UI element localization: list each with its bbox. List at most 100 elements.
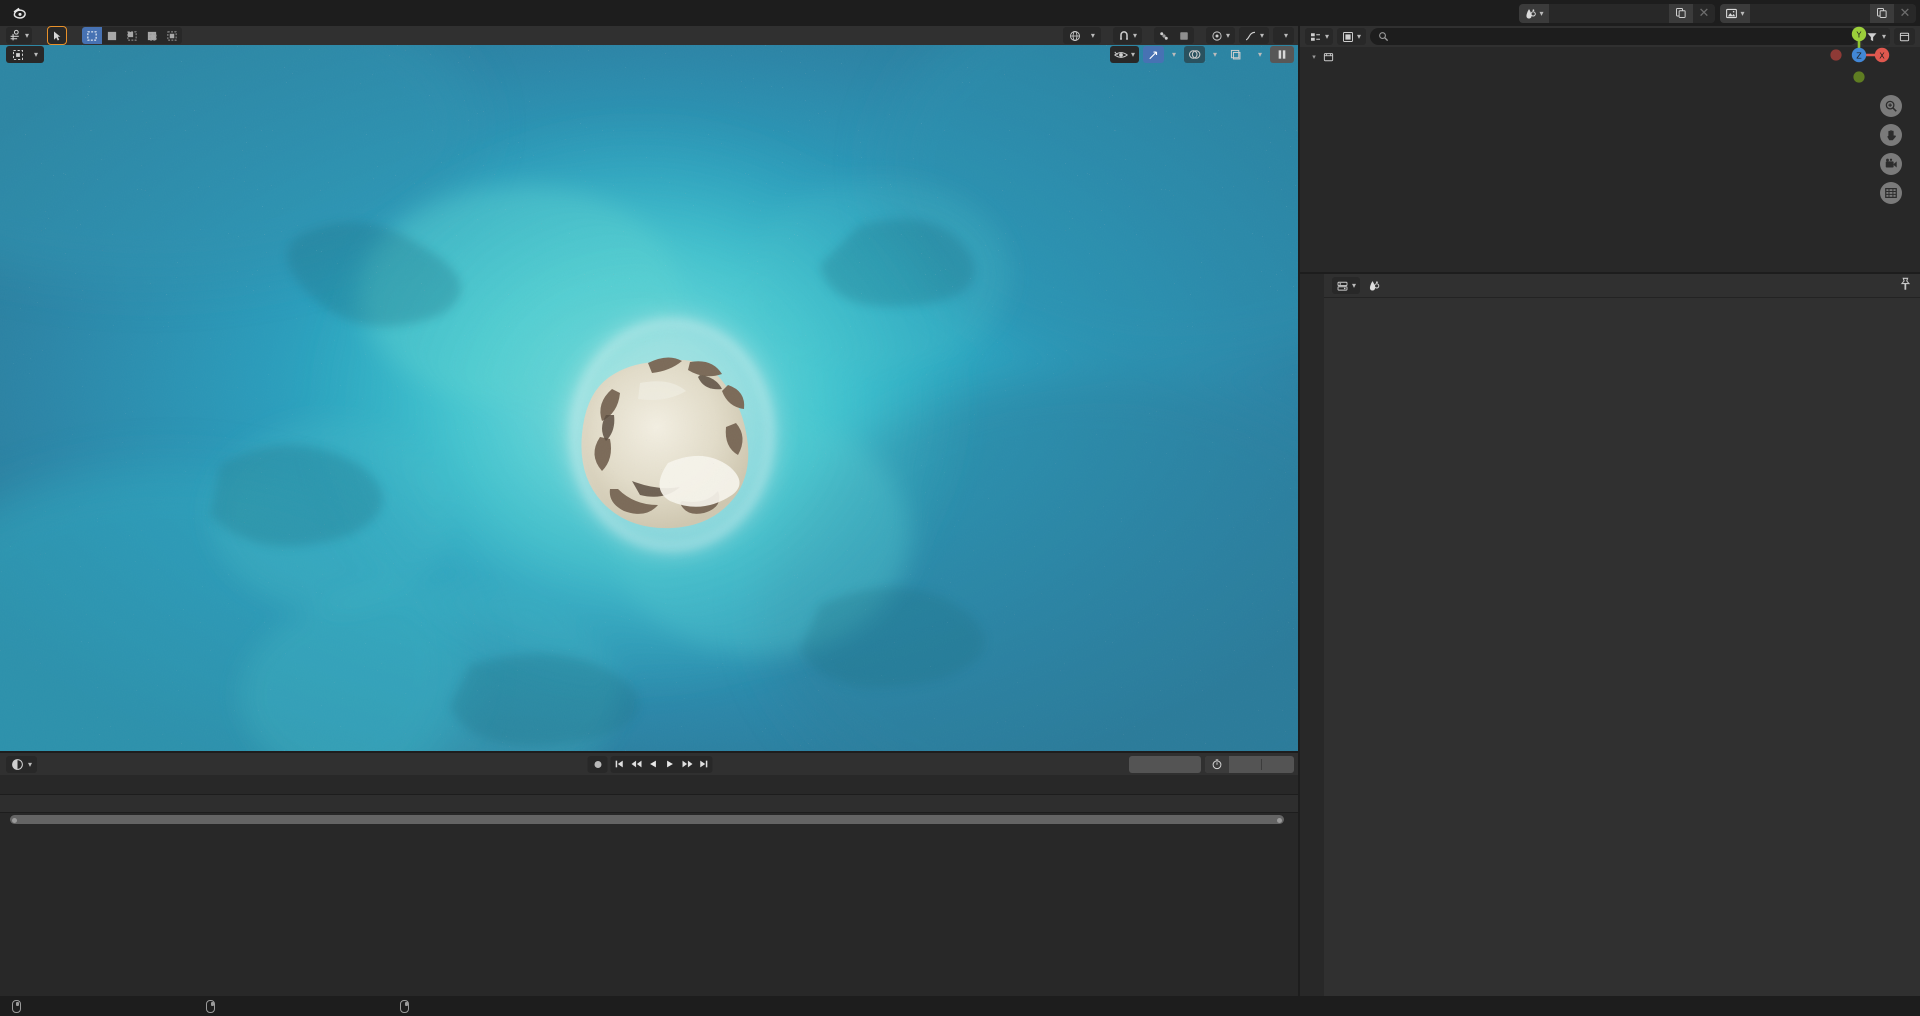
pan-icon[interactable] bbox=[1880, 124, 1902, 146]
blender-logo-icon[interactable] bbox=[6, 0, 32, 26]
3d-viewport[interactable] bbox=[0, 45, 1300, 753]
gizmo-toggle[interactable] bbox=[1142, 46, 1164, 63]
camera-view-icon[interactable] bbox=[1880, 153, 1902, 175]
zoom-icon[interactable] bbox=[1880, 95, 1902, 117]
properties-header: ▾ bbox=[1324, 274, 1920, 298]
timeline-header: ▾ bbox=[0, 753, 1300, 775]
properties-body: ▾ bbox=[1324, 274, 1920, 996]
mouse-hint-middle bbox=[21, 999, 215, 1013]
proportional-editing-toggle[interactable]: ▾ bbox=[1205, 27, 1235, 44]
view-layer-icon[interactable]: ▾ bbox=[1720, 3, 1750, 23]
record-icon[interactable] bbox=[587, 755, 608, 773]
proportional-icon bbox=[1212, 30, 1222, 41]
timeline-key-band[interactable] bbox=[0, 795, 1300, 813]
current-frame-field[interactable] bbox=[1129, 755, 1201, 773]
play-reverse-icon[interactable] bbox=[645, 756, 662, 773]
jump-start-icon[interactable] bbox=[611, 756, 628, 773]
outliner-search-input[interactable] bbox=[1370, 28, 1858, 45]
svg-text:Y: Y bbox=[1856, 31, 1862, 40]
prev-keyframe-icon[interactable] bbox=[628, 756, 645, 773]
area-splitter-timeline[interactable] bbox=[0, 751, 1300, 753]
new-collection-icon bbox=[1899, 32, 1910, 41]
top-bar: ▾ ✕ ▾ ✕ bbox=[0, 0, 1920, 26]
viewport-header: ▾ ▾ ▾ ▾ ▾ bbox=[0, 45, 1300, 64]
tool-header-right: ▾ bbox=[1272, 27, 1300, 44]
snap-toggle[interactable]: ▾ bbox=[1112, 27, 1142, 44]
interaction-mode-selector[interactable]: ▾ bbox=[6, 46, 45, 63]
pause-render-button[interactable] bbox=[1270, 46, 1294, 63]
duplicate-icon[interactable] bbox=[1669, 3, 1693, 23]
pin-icon[interactable] bbox=[1898, 277, 1912, 295]
object-visibility-toggle[interactable]: ▾ bbox=[1109, 46, 1139, 63]
timeline-ruler[interactable]: ❯ bbox=[0, 775, 1300, 809]
ortho-persp-icon[interactable] bbox=[1880, 182, 1902, 204]
timeline-scrollbar-thumb[interactable] bbox=[10, 815, 1284, 824]
editor-type-icon[interactable]: ▾ bbox=[6, 27, 33, 44]
viewport-header-right: ▾ ▾ ▾ ▾ bbox=[1109, 46, 1300, 63]
pivot-median-icon[interactable] bbox=[1154, 27, 1174, 44]
frame-range-group[interactable] bbox=[1205, 755, 1294, 773]
snap-during-transform-icon[interactable] bbox=[1174, 27, 1194, 44]
playback-buttons[interactable] bbox=[610, 755, 713, 773]
pivot-point-group[interactable] bbox=[1153, 27, 1194, 44]
scrollbar-grip-right[interactable] bbox=[1277, 817, 1282, 823]
select-intersect-icon[interactable] bbox=[142, 27, 162, 44]
properties-tab-rail bbox=[1300, 274, 1324, 996]
area-splitter-horizontal[interactable] bbox=[1300, 272, 1920, 274]
timeline-editor[interactable]: ▾ bbox=[0, 753, 1300, 996]
unlink-icon[interactable]: ✕ bbox=[1894, 3, 1916, 23]
select-mode-group[interactable] bbox=[82, 27, 183, 44]
xray-icon bbox=[1230, 49, 1241, 60]
tweak-cursor-icon[interactable] bbox=[47, 26, 68, 45]
scrollbar-grip-left[interactable] bbox=[12, 817, 17, 823]
unlink-icon[interactable]: ✕ bbox=[1693, 3, 1715, 23]
select-extend-icon[interactable] bbox=[102, 27, 122, 44]
mouse-right-icon bbox=[400, 999, 409, 1013]
options-button[interactable]: ▾ bbox=[1272, 27, 1294, 44]
timeline-scrollbar[interactable] bbox=[0, 813, 1300, 826]
scene-selector[interactable]: ▾ ✕ bbox=[1519, 3, 1715, 23]
globe-icon bbox=[1069, 30, 1080, 41]
timeline-editor-type[interactable]: ▾ bbox=[6, 755, 38, 773]
transform-orientation-selector[interactable]: ▾ bbox=[1062, 27, 1101, 44]
scene-icon[interactable]: ▾ bbox=[1519, 3, 1549, 23]
duplicate-icon[interactable] bbox=[1870, 3, 1894, 23]
shading-dropdown[interactable]: ▾ bbox=[1254, 46, 1266, 63]
svg-text:Z: Z bbox=[1856, 52, 1862, 61]
outliner-display-mode[interactable]: ▾ bbox=[1305, 28, 1334, 45]
area-splitter-vertical[interactable] bbox=[1298, 26, 1300, 996]
xray-toggle[interactable] bbox=[1225, 46, 1246, 63]
falloff-curve-icon[interactable]: ▾ bbox=[1238, 27, 1269, 44]
mouse-middle-icon bbox=[206, 999, 215, 1013]
outliner-filter-mode[interactable]: ▾ bbox=[1337, 28, 1367, 45]
select-box-icon[interactable] bbox=[82, 27, 103, 44]
select-subtract-icon[interactable] bbox=[122, 27, 142, 44]
select-difference-icon[interactable] bbox=[162, 27, 182, 44]
view-layer-name[interactable] bbox=[1750, 3, 1870, 23]
overlays-dropdown[interactable]: ▾ bbox=[1209, 46, 1221, 63]
scene-icon bbox=[1369, 281, 1380, 291]
expand-triangle-icon[interactable]: ▾ bbox=[1308, 53, 1320, 61]
navigation-gizmo[interactable]: Y X Z bbox=[1826, 22, 1892, 88]
timeline-frame-controls bbox=[1129, 755, 1294, 773]
search-icon bbox=[1379, 32, 1389, 42]
rendered-scene bbox=[0, 45, 1300, 753]
scene-name[interactable] bbox=[1549, 3, 1669, 23]
new-collection-button[interactable] bbox=[1894, 28, 1915, 45]
magnet-icon bbox=[1120, 30, 1128, 40]
overlays-icon bbox=[1188, 50, 1201, 59]
status-bar bbox=[0, 996, 1920, 1016]
jump-end-icon[interactable] bbox=[696, 756, 713, 773]
overlays-toggle[interactable] bbox=[1183, 46, 1205, 63]
mouse-left-icon bbox=[12, 999, 21, 1013]
properties-editor[interactable]: ▾ bbox=[1300, 274, 1920, 996]
view-layer-selector[interactable]: ▾ ✕ bbox=[1720, 3, 1916, 23]
mouse-hint-right bbox=[215, 999, 409, 1013]
play-icon[interactable] bbox=[662, 756, 679, 773]
blender-window: ▾ ✕ ▾ ✕ ▾ ▾ ▾ ▾ ▾ ▾ ▾ ▾ ▾ ▾ ▾ Y X Z ▾ ▾ … bbox=[0, 0, 1920, 1016]
stopwatch-icon[interactable] bbox=[1205, 755, 1229, 773]
next-keyframe-icon[interactable] bbox=[679, 756, 696, 773]
svg-text:X: X bbox=[1879, 52, 1885, 61]
gizmo-dropdown[interactable]: ▾ bbox=[1168, 46, 1180, 63]
editor-type-selector[interactable]: ▾ bbox=[1332, 277, 1361, 294]
